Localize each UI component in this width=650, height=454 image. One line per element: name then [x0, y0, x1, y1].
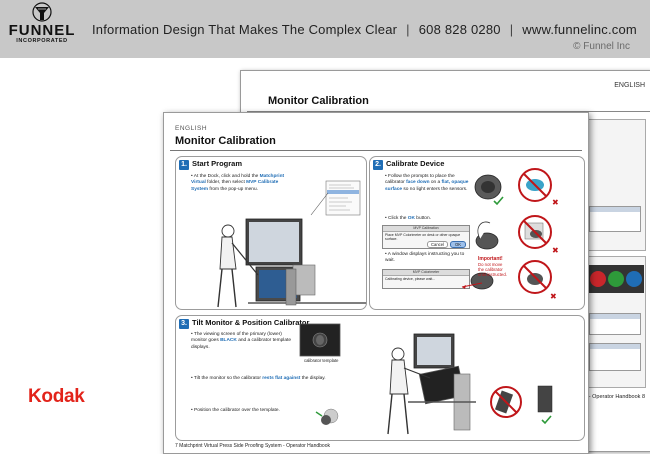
step-2-panel: 2. Calibrate Device • Follow the prompts… — [369, 156, 585, 310]
step-3-panel: 3. Tilt Monitor & Position Calibrator • … — [175, 315, 585, 441]
language-label: ENGLISH — [175, 125, 208, 132]
copyright: © Funnel Inc — [573, 41, 630, 52]
website-link[interactable]: www.funnelinc.com — [522, 22, 637, 37]
funnel-logo-icon — [32, 2, 52, 22]
important-warning: Important! Do not move the calibrator un… — [478, 256, 507, 278]
divider: | — [406, 22, 410, 37]
phone-number[interactable]: 608 828 0280 — [419, 22, 501, 37]
user-at-monitor-illustration — [217, 180, 366, 308]
page-title: Monitor Calibration — [175, 135, 276, 147]
dialog-thumbnail — [589, 343, 641, 371]
divider: | — [509, 22, 514, 37]
logo-name: FUNNEL — [8, 22, 76, 39]
page-footer: 7 Matchprint Virtual Press Side Proofing… — [175, 443, 330, 449]
step-1-panel: 1. Start Program • At the Dock, click an… — [175, 156, 367, 310]
dialog-thumbnail — [589, 313, 641, 335]
color-swatches-icon — [588, 265, 644, 293]
dialog-thumbnail — [589, 206, 641, 232]
header-banner: FUNNEL INCORPORATED Information Design T… — [0, 0, 650, 58]
tagline: Information Design That Makes The Comple… — [92, 22, 398, 37]
divider — [170, 150, 582, 151]
page-title: Monitor Calibration — [268, 95, 369, 107]
funnel-logo[interactable]: FUNNEL INCORPORATED — [6, 2, 78, 56]
tilt-monitor-illustration — [299, 323, 553, 435]
calibrator-placement-illustration: ✖ ✖ ✖ — [461, 168, 559, 301]
step-panel — [586, 119, 646, 251]
svg-text:✖: ✖ — [552, 246, 559, 255]
language-label: ENGLISH — [614, 82, 645, 89]
svg-text:✖: ✖ — [550, 292, 557, 301]
logo-subtitle: INCORPORATED — [16, 38, 68, 44]
kodak-logo: Kodak — [28, 386, 85, 407]
svg-text:✖: ✖ — [552, 198, 559, 207]
handbook-page-front[interactable]: ENGLISH Monitor Calibration 1. Start Pro… — [163, 112, 589, 454]
header-contact-line: Information Design That Makes The Comple… — [92, 22, 637, 37]
step-panel — [586, 256, 646, 388]
